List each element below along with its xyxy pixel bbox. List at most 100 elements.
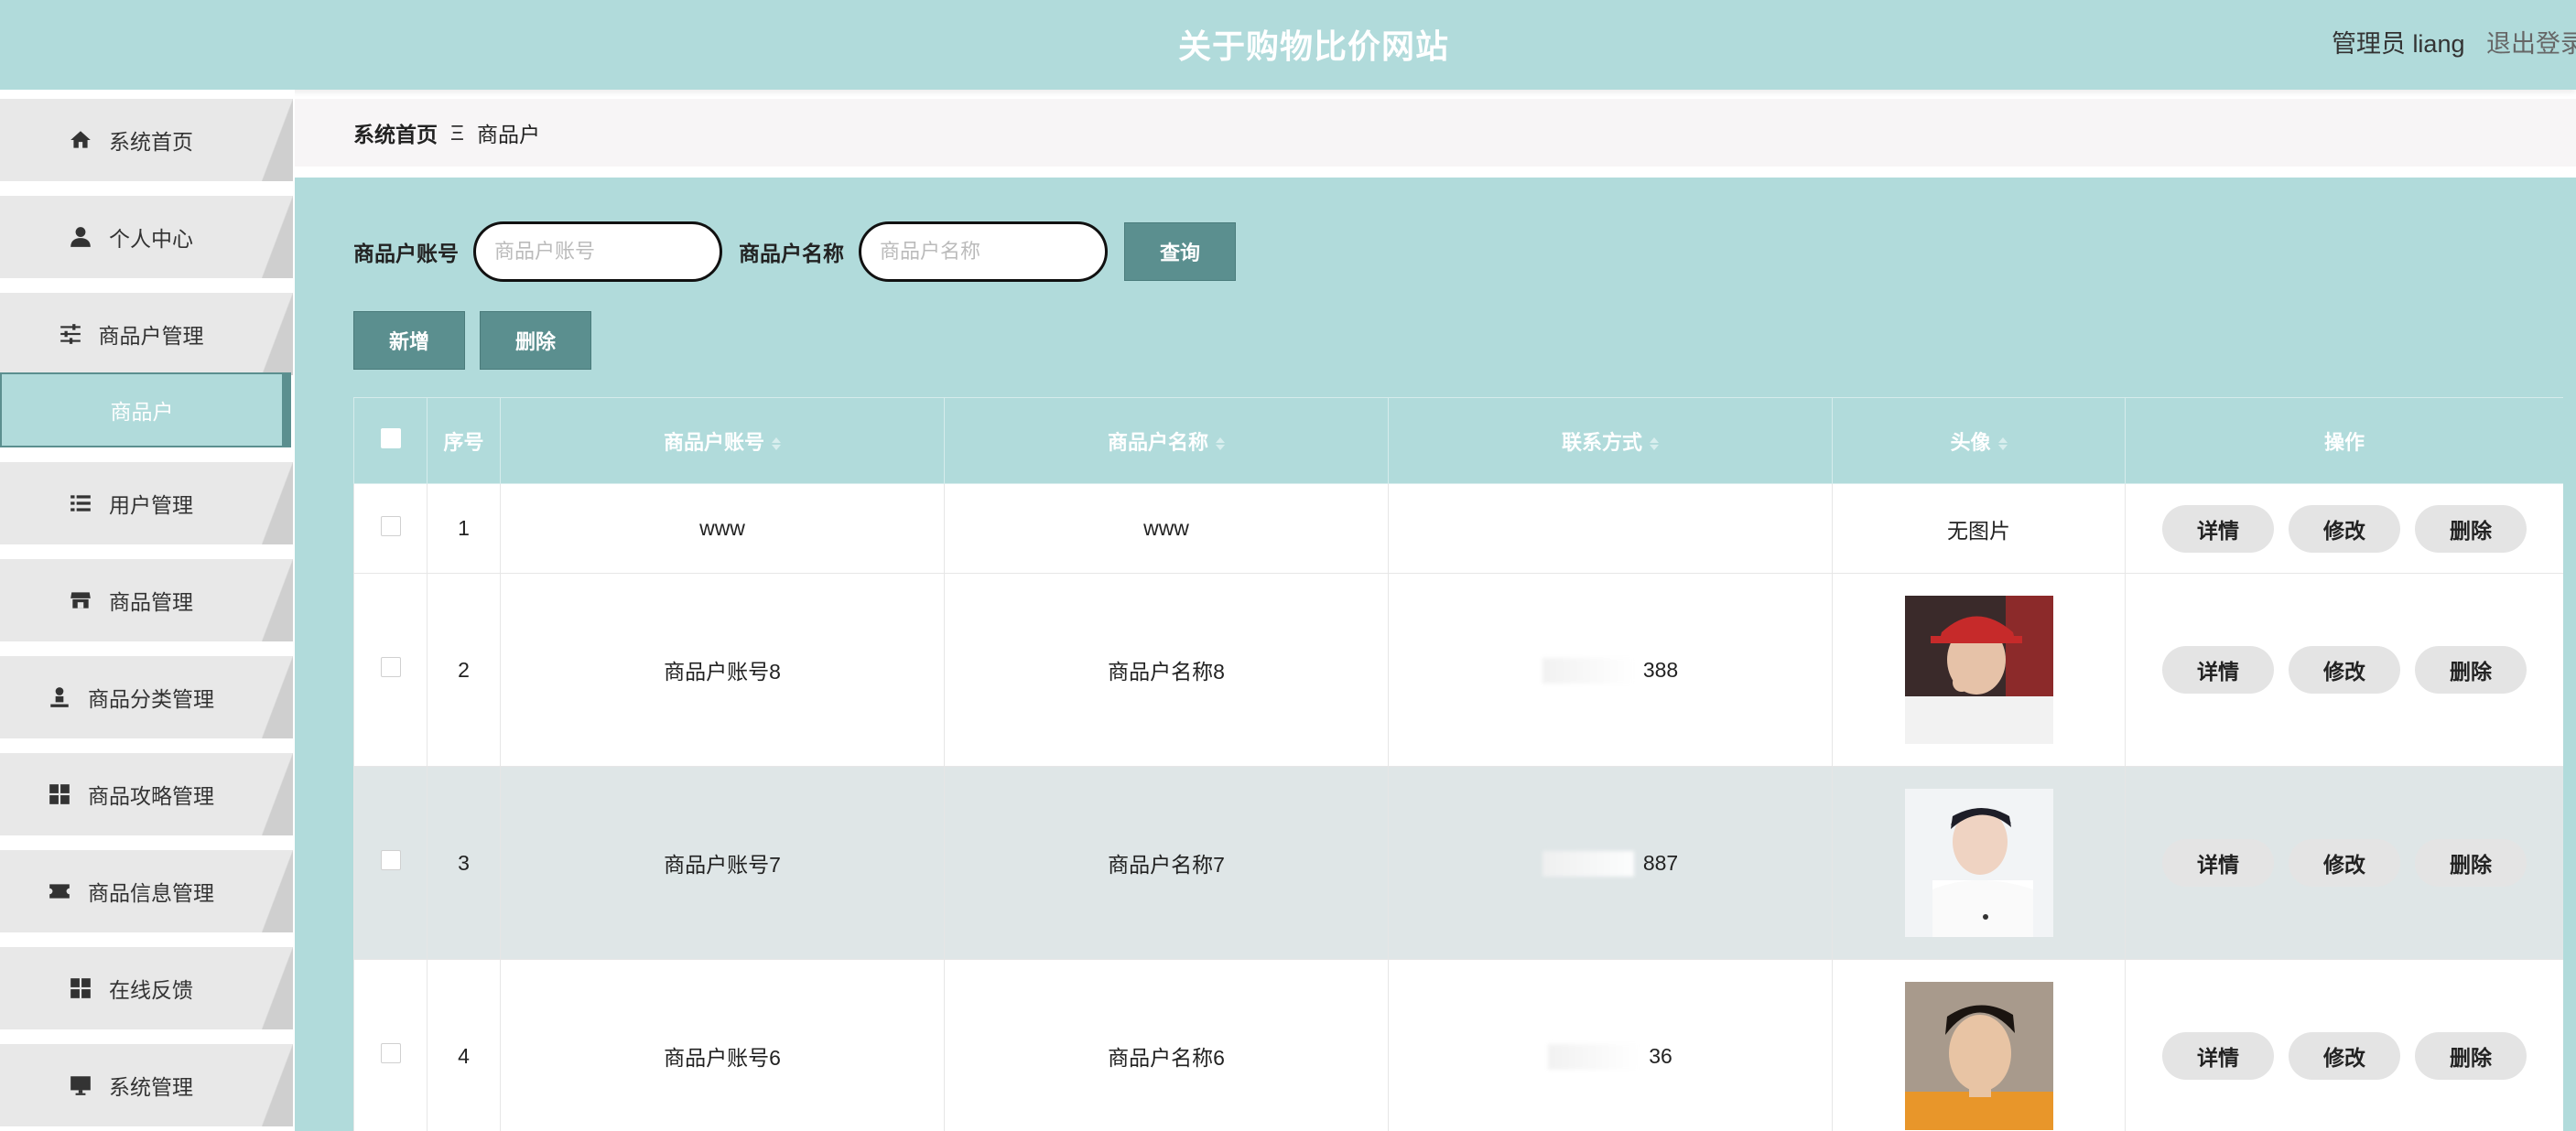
sidebar-item-user-management[interactable]: 用户管理 (0, 462, 293, 544)
avatar-image (1904, 789, 2053, 937)
redacted-blur (1542, 657, 1634, 684)
sidebar-item-info-management[interactable]: 商品信息管理 (0, 850, 293, 932)
batch-delete-button[interactable]: 删除 (480, 311, 591, 370)
sidebar-item-label: 系统首页 (109, 130, 193, 154)
sidebar-item-merchant-management[interactable]: 商品户管理 (0, 293, 293, 375)
row-name: 商品户名称7 (944, 766, 1389, 960)
monitor-icon (70, 1076, 91, 1095)
sidebar-item-label: 商品管理 (109, 590, 193, 614)
breadcrumb-current: 商品户 (476, 123, 540, 146)
ticket-icon (49, 884, 70, 899)
row-contact: 36 (1649, 1043, 1672, 1068)
table-row: 4 商品户账号6 商品户名称6 36 详情 修改 删除 (353, 959, 2563, 1131)
column-header-avatar[interactable]: 头像 (1832, 397, 2126, 484)
sidebar-item-system-management[interactable]: 系统管理 (0, 1044, 293, 1126)
row-name: www (944, 483, 1389, 574)
delete-button[interactable]: 删除 (2415, 646, 2527, 694)
sidebar-item-label: 商品攻略管理 (88, 784, 214, 808)
sort-icon[interactable] (772, 436, 781, 450)
row-contact: 388 (1642, 657, 1679, 682)
query-button[interactable]: 查询 (1124, 222, 1236, 281)
sidebar: 系统首页 个人中心 商品户管理 商品户 用户管理 商品管理 商品分类管理 商品攻… (0, 90, 295, 1131)
top-header: 关于购物比价网站 管理员 liang 退出登录 (0, 0, 2576, 90)
account-search-label: 商品户账号 (353, 242, 459, 265)
avatar-image (1904, 982, 2053, 1130)
row-checkbox[interactable] (380, 850, 401, 870)
sidebar-item-label: 在线反馈 (109, 978, 193, 1002)
site-title: 关于购物比价网站 (1177, 27, 1449, 65)
store-icon (70, 592, 91, 609)
row-account: 商品户账号6 (500, 959, 945, 1131)
select-all-checkbox[interactable] (380, 427, 401, 448)
delete-button[interactable]: 删除 (2415, 504, 2527, 553)
sidebar-item-category-management[interactable]: 商品分类管理 (0, 656, 293, 738)
sort-icon[interactable] (1216, 436, 1225, 450)
delete-button[interactable]: 删除 (2415, 839, 2527, 887)
sidebar-item-home[interactable]: 系统首页 (0, 99, 293, 181)
row-name: 商品户名称6 (944, 959, 1389, 1131)
row-avatar-text: 无图片 (1832, 483, 2126, 574)
row-checkbox[interactable] (380, 657, 401, 677)
name-search-input[interactable] (859, 221, 1108, 282)
table-row: 1 www www 无图片 详情 修改 删除 (353, 483, 2563, 574)
sidebar-item-label: 商品信息管理 (88, 881, 214, 905)
sidebar-item-product-management[interactable]: 商品管理 (0, 559, 293, 641)
sidebar-item-profile[interactable]: 个人中心 (0, 196, 293, 278)
row-contact: 887 (1642, 850, 1679, 875)
logout-link[interactable]: 退出登录 (2486, 30, 2576, 58)
row-contact (1388, 483, 1833, 574)
home-icon (70, 131, 91, 148)
edit-button[interactable]: 修改 (2289, 646, 2400, 694)
row-checkbox[interactable] (380, 1043, 401, 1063)
row-account: 商品户账号8 (500, 573, 945, 767)
sidebar-item-guide-management[interactable]: 商品攻略管理 (0, 753, 293, 835)
breadcrumb-separator: Ξ (450, 120, 464, 145)
admin-username: 管理员 liang (2331, 30, 2465, 58)
list-icon (70, 495, 91, 512)
select-all-cell (353, 397, 428, 484)
detail-button[interactable]: 详情 (2162, 1032, 2274, 1080)
grid-icon (70, 978, 91, 998)
column-header-actions: 操作 (2125, 397, 2563, 484)
row-index: 3 (427, 766, 501, 960)
column-header-contact[interactable]: 联系方式 (1388, 397, 1833, 484)
account-search-input[interactable] (473, 221, 722, 282)
row-account: www (500, 483, 945, 574)
sort-icon[interactable] (1997, 436, 2008, 450)
breadcrumb-home[interactable]: 系统首页 (353, 117, 438, 148)
sidebar-subitem-merchant[interactable]: 商品户 (0, 372, 291, 447)
person-stand-icon (50, 687, 69, 707)
sort-icon[interactable] (1650, 436, 1659, 450)
avatar-image (1904, 596, 2053, 744)
row-name: 商品户名称8 (944, 573, 1389, 767)
delete-button[interactable]: 删除 (2415, 1032, 2527, 1080)
table-row: 3 商品户账号7 商品户名称7 887 详情 修改 删除 (353, 766, 2563, 960)
breadcrumb: 系统首页 Ξ 商品户 (295, 99, 2576, 167)
row-index: 2 (427, 573, 501, 767)
column-header-account[interactable]: 商品户账号 (500, 397, 945, 484)
row-index: 1 (427, 483, 501, 574)
table-header-row: 序号 商品户账号 商品户名称 联系方式 头像 操作 (353, 397, 2563, 484)
sidebar-item-label: 商品户管理 (98, 324, 204, 348)
edit-button[interactable]: 修改 (2289, 839, 2400, 887)
edit-button[interactable]: 修改 (2289, 504, 2400, 553)
sidebar-item-label: 商品分类管理 (88, 687, 214, 711)
detail-button[interactable]: 详情 (2162, 646, 2274, 694)
sidebar-item-feedback[interactable]: 在线反馈 (0, 947, 293, 1029)
detail-button[interactable]: 详情 (2162, 839, 2274, 887)
column-header-index: 序号 (427, 397, 501, 484)
detail-button[interactable]: 详情 (2162, 504, 2274, 553)
edit-button[interactable]: 修改 (2289, 1032, 2400, 1080)
sidebar-item-label: 用户管理 (109, 493, 193, 517)
redacted-blur (1548, 1043, 1640, 1070)
row-account: 商品户账号7 (500, 766, 945, 960)
column-header-name[interactable]: 商品户名称 (944, 397, 1389, 484)
search-form: 商品户账号 商品户名称 查询 (353, 221, 1236, 282)
name-search-label: 商品户名称 (739, 242, 844, 265)
action-bar: 新增 删除 (353, 311, 591, 370)
row-checkbox[interactable] (380, 515, 401, 536)
main-content: 商品户账号 商品户名称 查询 新增 删除 序号 商品户账号 商品户名称 联系方式… (295, 178, 2576, 1131)
redacted-blur (1542, 850, 1634, 877)
sliders-icon (60, 324, 81, 344)
add-button[interactable]: 新增 (353, 311, 465, 370)
